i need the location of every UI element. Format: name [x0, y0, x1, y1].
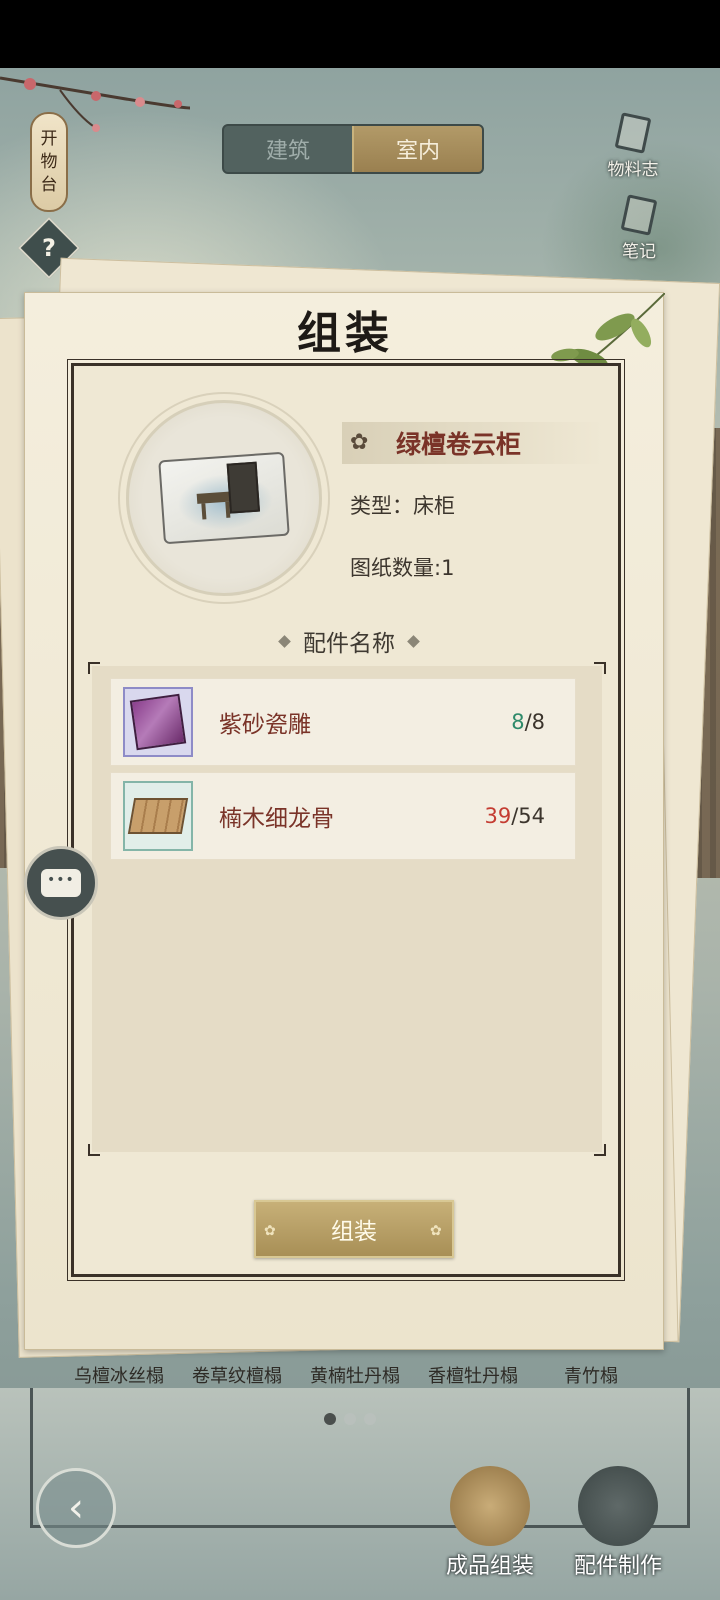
anvil-icon — [578, 1466, 658, 1546]
part-need: /8 — [524, 710, 545, 734]
diamond-icon — [407, 634, 420, 648]
scroll-cabinet — [226, 461, 261, 514]
assembly-blocks-icon — [450, 1466, 530, 1546]
corner-bracket — [594, 1144, 606, 1156]
question-icon: ? — [42, 233, 56, 262]
finished-assembly-label: 成品组装 — [445, 1554, 534, 1579]
part-have: 8 — [511, 710, 525, 734]
book-icon — [614, 112, 652, 154]
chat-bubble-icon — [41, 869, 81, 897]
assembly-panel: 组装 ✿ 绿檀卷云柜 类型：床柜 图纸数量:1 配件名称 紫砂瓷雕 8/8 楠木… — [24, 292, 665, 1350]
page-dot[interactable] — [344, 1413, 356, 1425]
diamond-icon — [278, 634, 291, 648]
furniture-shelf: 乌檀冰丝榻 卷草纹檀榻 黄楠牡丹榻 香檀牡丹榻 青竹榻 — [60, 1362, 660, 1388]
flower-icon: ✿ — [350, 430, 369, 455]
page-indicator — [324, 1413, 376, 1425]
item-name: 绿檀卷云柜 — [396, 430, 522, 459]
content-frame: ✿ 绿檀卷云柜 类型：床柜 图纸数量:1 配件名称 紫砂瓷雕 8/8 楠木细龙骨… — [67, 359, 625, 1281]
part-have: 39 — [484, 804, 512, 828]
item-name-bar: ✿ 绿檀卷云柜 — [342, 422, 604, 464]
kaiwutai-sign[interactable]: 开 物 台 — [30, 112, 68, 212]
shelf-item-label[interactable]: 卷草纹檀榻 — [178, 1362, 296, 1388]
parts-list[interactable]: 紫砂瓷雕 8/8 楠木细龙骨 39/54 — [88, 662, 606, 1156]
corner-bracket — [88, 662, 100, 674]
purple-carving-icon — [123, 687, 193, 757]
sign-char: 台 — [40, 174, 58, 195]
shelf-item-label[interactable]: 香檀牡丹榻 — [414, 1362, 532, 1388]
part-name: 紫砂瓷雕 — [219, 712, 311, 738]
part-quantity: 8/8 — [511, 710, 545, 734]
flower-icon: ✿ — [430, 1223, 442, 1239]
corner-bracket — [594, 662, 606, 674]
shelf-item-label[interactable]: 青竹榻 — [532, 1362, 650, 1388]
back-arrow-icon: ‹ — [68, 1485, 84, 1531]
tab-building[interactable]: 建筑 — [224, 126, 352, 172]
back-button[interactable]: ‹ — [36, 1468, 116, 1548]
materials-log-button[interactable]: 物料志 — [598, 110, 668, 180]
status-bar — [0, 0, 720, 68]
shelf-item-label[interactable]: 乌檀冰丝榻 — [60, 1362, 178, 1388]
notes-label: 笔记 — [622, 242, 656, 262]
notes-icon — [620, 194, 658, 236]
category-tabs: 建筑 室内 — [222, 124, 484, 174]
tab-interior[interactable]: 室内 — [352, 126, 482, 172]
parts-crafting-button[interactable]: 配件制作 — [570, 1466, 666, 1579]
parts-crafting-label: 配件制作 — [573, 1554, 662, 1579]
blueprint-count: 图纸数量:1 — [350, 556, 455, 580]
parts-header: 配件名称 — [74, 624, 624, 658]
assemble-label: 组装 — [331, 1219, 377, 1245]
shelf-item-label[interactable]: 黄楠牡丹榻 — [296, 1362, 414, 1388]
part-row-nanmu-keel[interactable]: 楠木细龙骨 39/54 — [110, 772, 576, 860]
sign-char: 开 — [40, 128, 58, 149]
part-quantity: 39/54 — [484, 804, 545, 828]
parts-header-label: 配件名称 — [303, 631, 395, 657]
blueprint-scroll-image — [158, 451, 290, 545]
part-row-purple-clay[interactable]: 紫砂瓷雕 8/8 — [110, 678, 576, 766]
item-preview — [126, 400, 322, 596]
flower-icon: ✿ — [264, 1223, 276, 1239]
sign-char: 物 — [40, 151, 58, 172]
page-dot[interactable] — [324, 1413, 336, 1425]
materials-log-label: 物料志 — [607, 160, 659, 180]
wood-keel-icon — [123, 781, 193, 851]
finished-assembly-button[interactable]: 成品组装 — [442, 1466, 538, 1579]
purple-tile — [129, 693, 187, 751]
part-need: /54 — [511, 804, 545, 828]
item-type: 类型：床柜 — [350, 494, 455, 518]
corner-bracket — [88, 1144, 100, 1156]
page-dot[interactable] — [364, 1413, 376, 1425]
assemble-button[interactable]: ✿ 组装 ✿ — [254, 1200, 454, 1258]
chat-button[interactable] — [24, 846, 98, 920]
notes-button[interactable]: 笔记 — [604, 192, 674, 262]
wood-stack — [127, 798, 189, 834]
part-name: 楠木细龙骨 — [219, 806, 334, 832]
